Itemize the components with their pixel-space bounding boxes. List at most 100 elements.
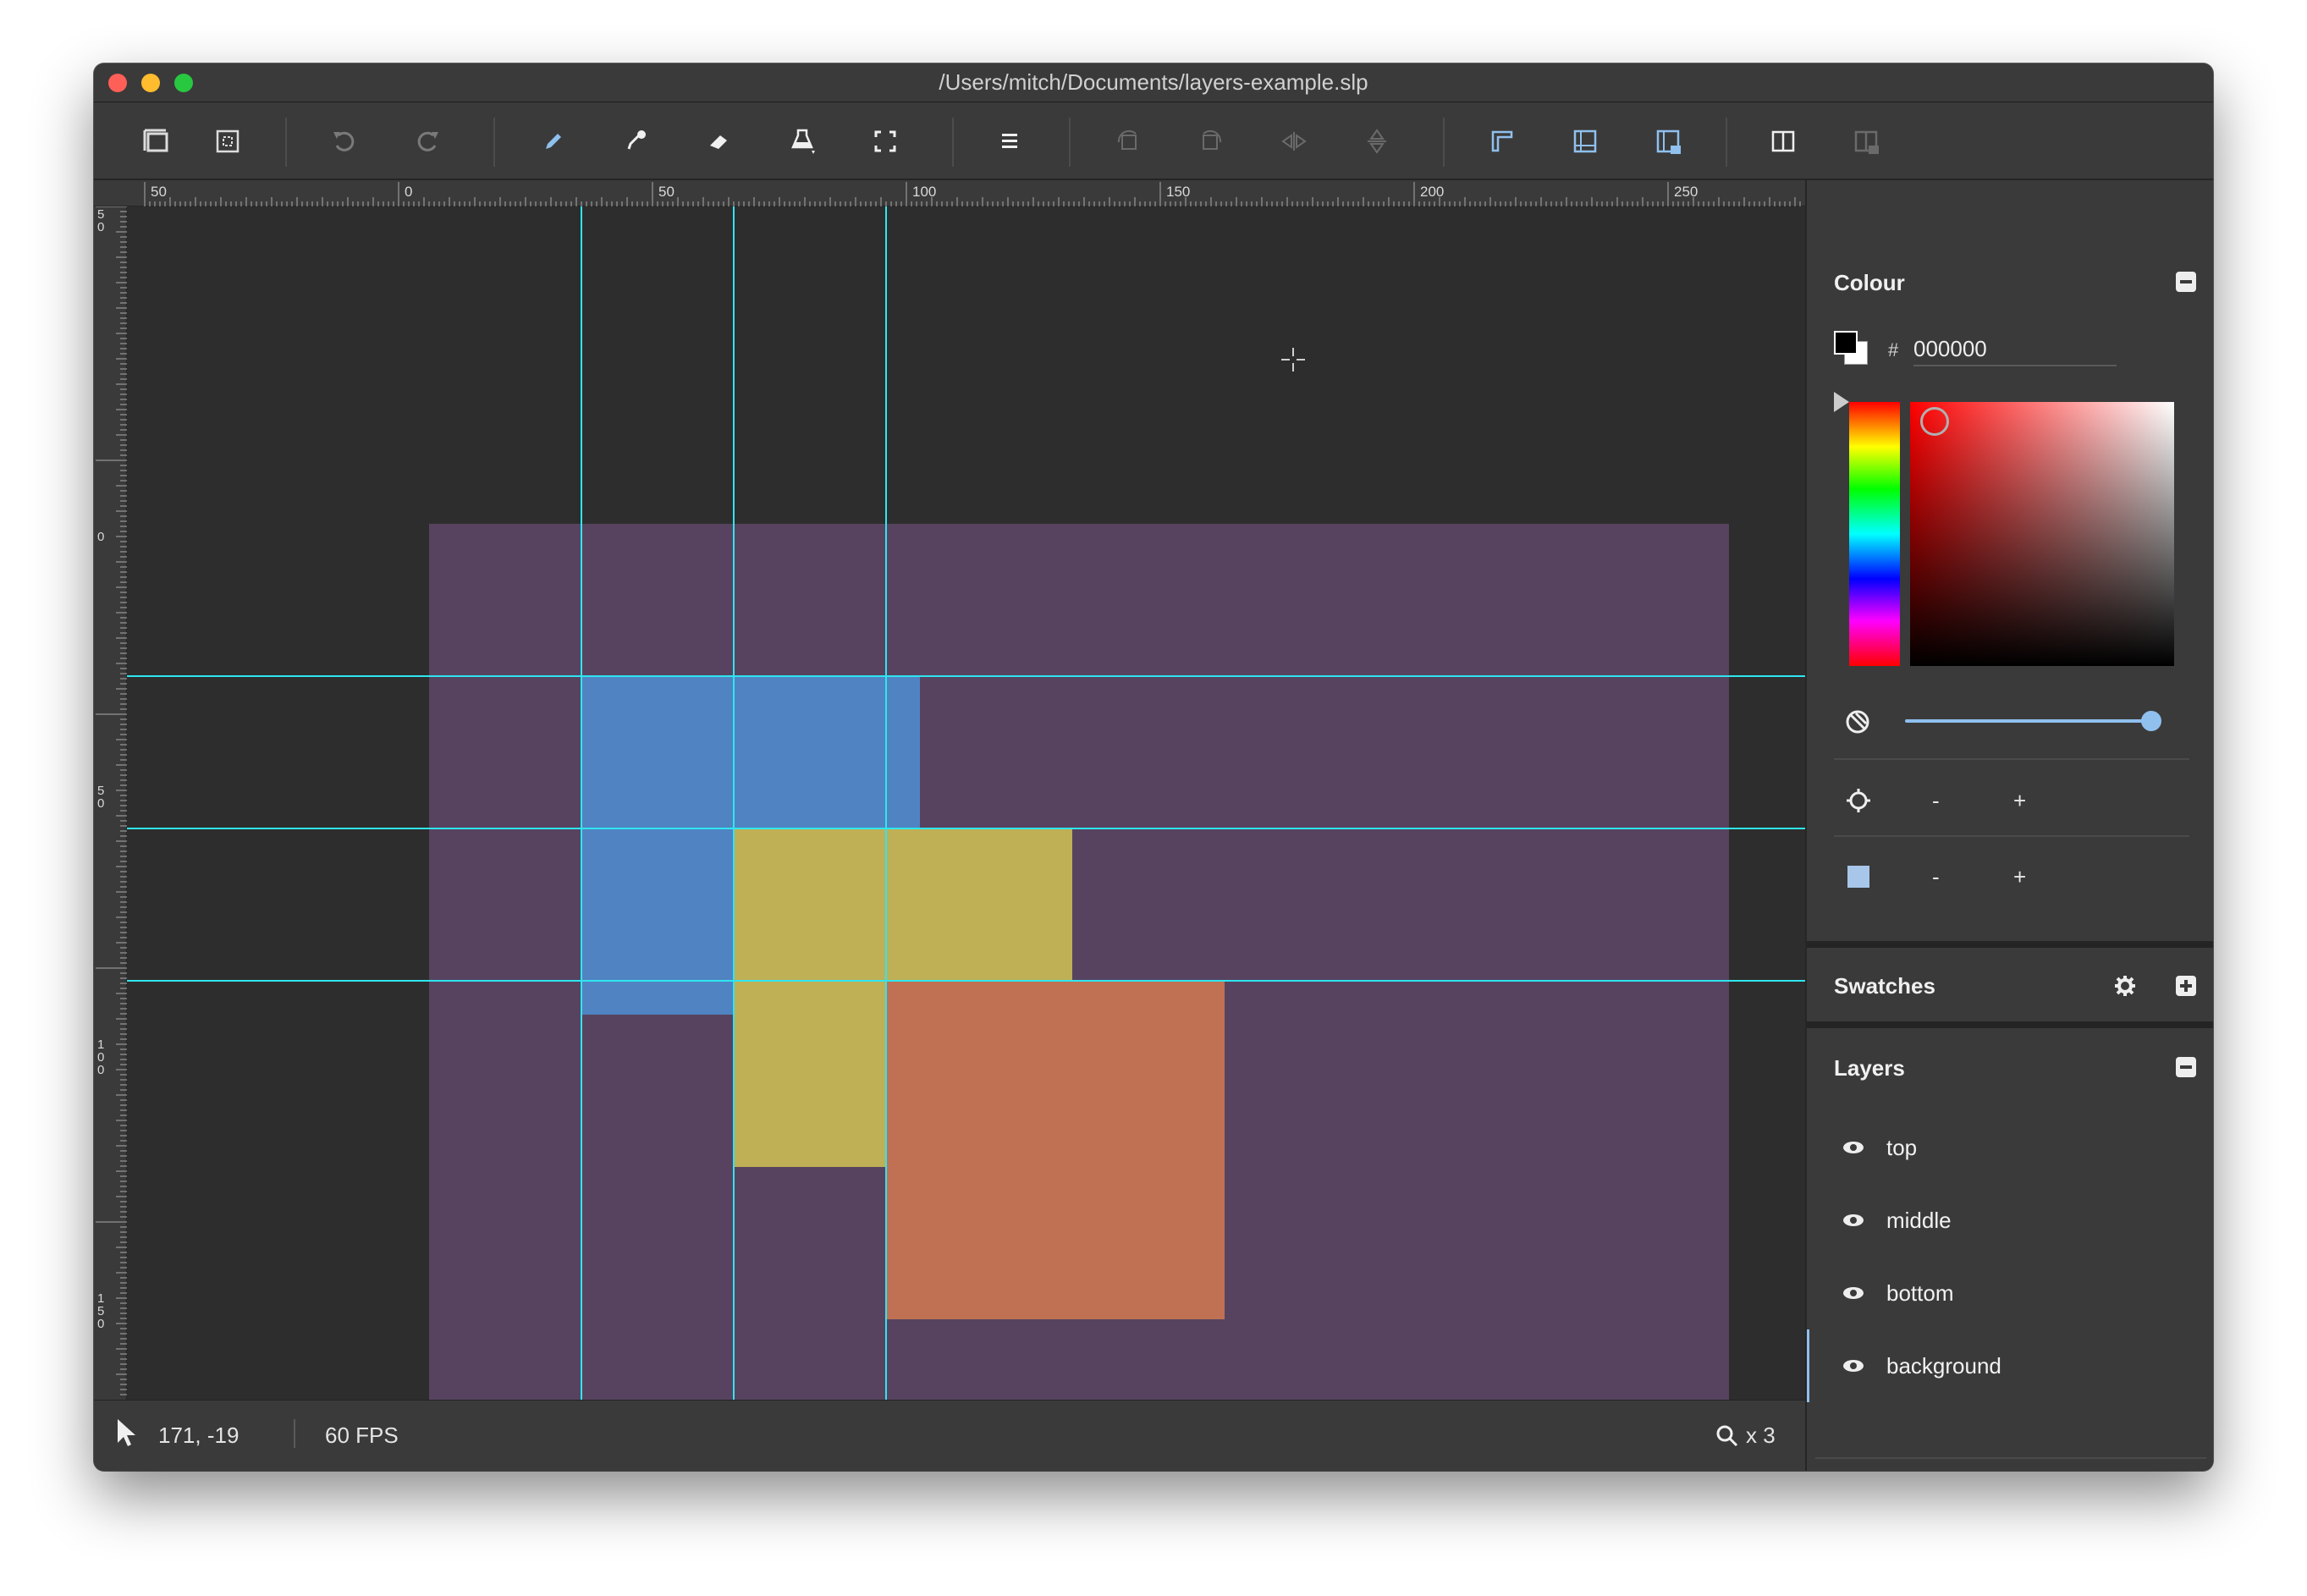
fps-counter: 60 FPS (325, 1423, 399, 1448)
layer-row[interactable]: middle (1807, 1184, 2213, 1257)
divider (1815, 1457, 2206, 1459)
layer-name: bottom (1886, 1280, 1954, 1306)
tile-size-increase-button[interactable]: + (2013, 864, 2026, 890)
brush-size-decrease-button[interactable]: - (1932, 788, 1940, 814)
brush-size-icon (1847, 789, 1870, 812)
toolbar (94, 102, 2213, 180)
layer-name: top (1886, 1135, 1918, 1160)
rotate-right-button[interactable] (1186, 116, 1236, 167)
drawing-canvas[interactable] (127, 206, 1805, 1400)
lock-guides-button[interactable] (1643, 116, 1693, 167)
ruler-guides-button[interactable] (1477, 116, 1528, 167)
selection-icon (874, 130, 896, 152)
ruler-label: 150 (1166, 184, 1191, 200)
resize-canvas-icon (216, 129, 240, 153)
eye-icon[interactable] (1842, 1209, 1864, 1231)
rotate-right-icon (1203, 129, 1222, 150)
hex-input[interactable]: 000000 (1913, 331, 2117, 366)
flip-vertical-button[interactable] (1352, 116, 1402, 167)
hue-slider[interactable] (1849, 402, 1900, 666)
eye-icon[interactable] (1842, 1355, 1864, 1377)
section-separator (1807, 1021, 2213, 1028)
ruler-label: 100 (912, 184, 937, 200)
pencil-icon (546, 134, 561, 149)
maximize-window-button[interactable] (174, 74, 193, 92)
opacity-icon (1846, 710, 1869, 734)
undo-button[interactable] (319, 116, 370, 167)
zoom-icon (1716, 1425, 1738, 1447)
colour-panel-title: Colour (1834, 270, 1905, 295)
tile-size-decrease-button[interactable]: - (1932, 864, 1940, 890)
ruler-label: 0 (97, 530, 105, 544)
ruler-label: 200 (1420, 184, 1445, 200)
ruler-label: 250 (1674, 184, 1699, 200)
layers-collapse-button[interactable] (2176, 1057, 2196, 1077)
eye-icon[interactable] (1842, 1282, 1864, 1304)
ruler-label: 0 (405, 184, 413, 200)
selection-tool[interactable] (860, 116, 911, 167)
fill-tool[interactable] (777, 116, 828, 167)
menu-icon (1002, 134, 1017, 148)
flip-horizontal-icon (1281, 132, 1307, 151)
zoom-level[interactable]: x 3 (1746, 1423, 1776, 1449)
colour-collapse-button[interactable] (2176, 272, 2196, 292)
selected-layer-indicator (1807, 1329, 1809, 1402)
horizontal-guide[interactable] (127, 980, 1805, 982)
layer-name: background (1886, 1353, 2001, 1379)
pencil-tool[interactable] (528, 116, 579, 167)
divider (1834, 835, 2189, 837)
undo-icon (333, 131, 355, 151)
eraser-icon (710, 135, 727, 149)
lock-split-icon (1854, 130, 1879, 154)
layer-row-selected[interactable]: background (1807, 1329, 2213, 1402)
eye-icon[interactable] (1842, 1136, 1864, 1158)
divider (1834, 758, 2189, 760)
add-swatch-button[interactable] (2176, 976, 2196, 996)
vertical-guide[interactable] (733, 206, 735, 1400)
split-view-button[interactable] (1758, 116, 1809, 167)
layer-row[interactable]: bottom (1807, 1257, 2213, 1329)
horizontal-guide[interactable] (127, 675, 1805, 677)
horizontal-ruler: 50 0 50 100 150 200 250 (94, 180, 1805, 206)
colour-preview-icon[interactable] (1834, 331, 1871, 368)
window-title: /Users/mitch/Documents/layers-example.sl… (939, 69, 1368, 95)
saturation-value-picker[interactable] (1910, 402, 2174, 666)
brush-size-increase-button[interactable]: + (2013, 788, 2026, 814)
layer-row[interactable]: top (1807, 1111, 2213, 1184)
title-bar: /Users/mitch/Documents/layers-example.sl… (94, 63, 2213, 102)
vertical-guide[interactable] (581, 206, 582, 1400)
ruler-guides-icon (1491, 130, 1513, 152)
redo-icon (417, 131, 438, 151)
rotate-left-button[interactable] (1103, 116, 1154, 167)
top-layer-shape (886, 981, 1225, 1319)
gear-icon[interactable] (2113, 974, 2137, 998)
close-window-button[interactable] (108, 74, 127, 92)
minimize-window-button[interactable] (141, 74, 160, 92)
side-panel: Colour # 000000 - + - + Swatches Layers … (1805, 180, 2213, 1471)
pointer-icon (118, 1419, 135, 1446)
grid-button[interactable] (1560, 116, 1610, 167)
flip-horizontal-button[interactable] (1269, 116, 1319, 167)
hue-slider-marker[interactable] (1834, 392, 1849, 412)
eraser-tool[interactable] (694, 116, 745, 167)
resize-canvas-button[interactable] (202, 116, 253, 167)
lock-split-button[interactable] (1841, 116, 1891, 167)
horizontal-guide[interactable] (127, 828, 1805, 829)
tile-size-icon (1847, 866, 1869, 888)
new-canvas-button[interactable] (131, 116, 182, 167)
eyedropper-tool[interactable] (611, 116, 662, 167)
opacity-slider-track[interactable] (1905, 719, 2150, 723)
layer-name: middle (1886, 1208, 1952, 1233)
menu-button[interactable] (984, 116, 1035, 167)
colour-picker-handle[interactable] (1920, 407, 1949, 436)
vertical-guide[interactable] (885, 206, 887, 1400)
ruler-label: 150 (97, 1291, 105, 1331)
opacity-slider-knob[interactable] (2141, 711, 2161, 731)
app-window: /Users/mitch/Documents/layers-example.sl… (94, 63, 2213, 1471)
lock-guides-icon (1656, 129, 1681, 154)
vertical-ruler: 50 0 50 100 150 (94, 206, 127, 1400)
crosshair-cursor-icon (1281, 348, 1305, 371)
redo-button[interactable] (402, 116, 453, 167)
grid-icon (1573, 129, 1597, 153)
layers-panel-title: Layers (1834, 1055, 1905, 1081)
